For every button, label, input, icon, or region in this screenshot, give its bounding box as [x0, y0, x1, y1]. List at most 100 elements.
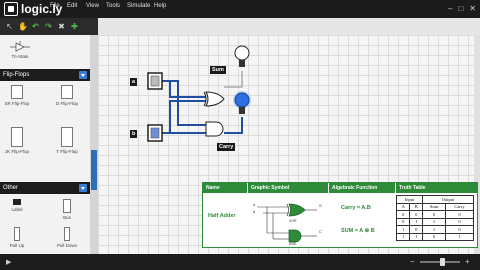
pointer-icon[interactable]: ↖: [5, 22, 14, 31]
sidebar-item-bus[interactable]: Bus: [52, 199, 82, 220]
input-label-b: b: [130, 130, 138, 138]
table-cell: 1: [395, 225, 411, 234]
sidebar-item-tri-state[interactable]: Tri-State: [5, 41, 35, 59]
header-algebraic-function: Algebraic Function: [329, 183, 395, 193]
sidebar-item-jk-flip-flop[interactable]: JK Flip-Flop: [2, 127, 32, 154]
truth-table-col: Sum: [422, 202, 447, 211]
table-row: 0 1 1 0: [395, 217, 474, 226]
minimize-icon[interactable]: –: [448, 4, 452, 13]
table-cell: 0: [445, 225, 474, 234]
table-cell: 1: [409, 232, 424, 241]
header-truth-table: Truth Table: [396, 183, 477, 193]
sidebar-item-label: D Flip-Flop: [55, 101, 78, 106]
xor-gate[interactable]: [203, 91, 225, 107]
pin-label-s: S: [319, 203, 322, 208]
menu-help[interactable]: Help: [154, 3, 166, 9]
zoom-slider-handle[interactable]: [440, 258, 445, 266]
d-flip-flop-icon: [61, 85, 73, 99]
logo-icon: [4, 2, 18, 16]
table-cell: 0: [445, 217, 474, 226]
table-cell: 1: [422, 225, 447, 234]
maximize-icon[interactable]: □: [458, 4, 463, 13]
sidebar-item-label: Bus: [63, 215, 71, 220]
chevron-down-icon[interactable]: [79, 71, 87, 79]
status-bar: ▶ − +: [0, 254, 480, 270]
menu-edit[interactable]: Edit: [67, 3, 77, 9]
section-flip-flops[interactable]: Flip-Flops: [0, 69, 90, 81]
chevron-down-icon[interactable]: [79, 184, 87, 192]
section-title: Flip-Flops: [3, 72, 30, 78]
sidebar-item-label: Pull Down: [56, 243, 78, 248]
pin-label-c: C: [319, 229, 322, 234]
bus-icon: [63, 199, 71, 213]
undo-icon[interactable]: ↶: [31, 22, 40, 31]
delete-icon[interactable]: ✖: [57, 22, 66, 31]
table-cell: 0: [409, 225, 424, 234]
pin-label-a: a: [253, 202, 256, 207]
splitter-grip[interactable]: [91, 150, 97, 190]
sidebar-item-label: Label: [11, 207, 23, 212]
table-cell: 1: [445, 232, 474, 241]
zoom-out-icon[interactable]: −: [410, 257, 415, 266]
truth-table: Input Output A B Sum Carry 0 0 0 0 0 1 1…: [395, 195, 474, 241]
hand-icon[interactable]: ✋: [18, 22, 28, 31]
menu-tools[interactable]: Tools: [106, 3, 120, 9]
section-title: Other: [3, 185, 19, 191]
table-row: 1 1 0 1: [395, 232, 474, 241]
table-cell: 1: [409, 217, 424, 226]
table-row: 0 0 0 0: [395, 210, 474, 219]
menu-file[interactable]: File: [50, 3, 60, 9]
gate-label-xor: XOR: [289, 219, 297, 223]
sidebar-item-pull-down[interactable]: Pull Down: [52, 227, 82, 248]
sidebar-item-d-flip-flop[interactable]: D Flip-Flop: [52, 85, 82, 106]
sum-equation: SUM = A ⊕ B: [341, 228, 375, 234]
zoom-in-icon[interactable]: +: [465, 257, 470, 266]
truth-table-input-header: Input: [395, 195, 424, 204]
jk-flip-flop-icon: [11, 127, 23, 147]
t-flip-flop-icon: [61, 127, 73, 147]
wires: [162, 71, 243, 134]
sum-light-bulb-icon: [234, 45, 250, 67]
half-adder-name: Half Adder: [208, 213, 236, 219]
carry-equation: Carry = A.B: [341, 205, 371, 211]
add-icon[interactable]: ✚: [70, 22, 79, 31]
menu-bar: logic.ly File Edit View Tools Simulate H…: [0, 0, 480, 18]
and-gate[interactable]: [205, 121, 224, 137]
sr-flip-flop-icon: [11, 85, 23, 99]
table-cell: 0: [422, 232, 447, 241]
toolbar: ↖ ✋ ↶ ↷ ✖ ✚: [0, 18, 98, 35]
redo-icon[interactable]: ↷: [44, 22, 53, 31]
carry-light-bulb-icon: [233, 91, 251, 114]
table-cell: 1: [422, 217, 447, 226]
output-label-carry: Carry: [217, 143, 236, 151]
tri-state-icon: [10, 41, 30, 52]
close-icon[interactable]: ✕: [469, 4, 476, 13]
section-other[interactable]: Other: [0, 182, 90, 194]
circuit-diagram: [147, 45, 251, 142]
window-controls: – □ ✕: [448, 4, 476, 13]
menu-view[interactable]: View: [86, 3, 99, 9]
pin-label-b: b: [253, 209, 256, 214]
table-cell: 0: [395, 217, 411, 226]
sidebar-item-t-flip-flop[interactable]: T Flip-Flop: [52, 127, 82, 154]
table-cell: 0: [395, 210, 411, 219]
sidebar-item-sr-flip-flop[interactable]: SR Flip-Flop: [2, 85, 32, 106]
menu-simulate[interactable]: Simulate: [127, 3, 150, 9]
gate-label-and: AND: [289, 242, 297, 246]
half-adder-panel: Name Graphic Symbol Algebraic Function T…: [202, 182, 478, 248]
sidebar-item-label: JK Flip-Flop: [4, 149, 29, 154]
sidebar-item-pull-up[interactable]: Pull Up: [2, 227, 32, 248]
truth-table-col: A: [395, 202, 411, 211]
switch-a-lever: [150, 75, 160, 87]
truth-table-output-header: Output: [422, 195, 474, 204]
sidebar-splitter[interactable]: [90, 35, 98, 254]
sidebar-item-label-component[interactable]: Label: [2, 199, 32, 212]
table-row: 1 0 1 0: [395, 225, 474, 234]
input-label-a: a: [130, 78, 138, 86]
component-sidebar: Tri-State Flip-Flops SR Flip-Flop D Flip…: [0, 35, 91, 254]
switch-b-lever: [150, 127, 160, 139]
sidebar-item-label: SR Flip-Flop: [4, 101, 30, 106]
table-cell: 0: [409, 210, 424, 219]
play-icon[interactable]: ▶: [6, 258, 11, 266]
table-cell: 1: [395, 232, 411, 241]
